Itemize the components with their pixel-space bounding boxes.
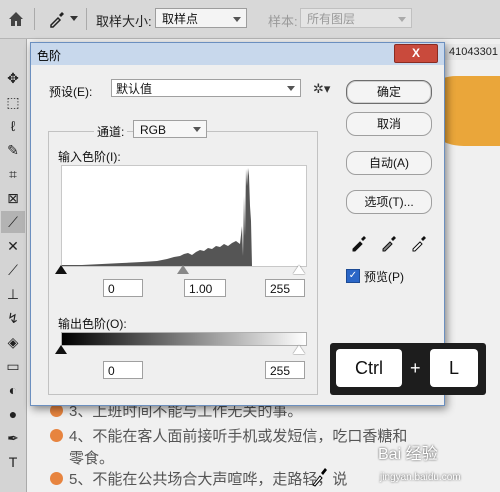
chevron-down-icon — [287, 86, 295, 91]
input-black-field[interactable]: 0 — [103, 279, 143, 297]
input-gamma-field[interactable]: 1.00 — [184, 279, 226, 297]
move-tool-icon[interactable]: ✥ — [1, 67, 25, 89]
eyedropper-cursor-icon — [312, 468, 327, 487]
chevron-down-icon — [398, 17, 406, 22]
lasso-tool-icon[interactable]: ℓ — [1, 115, 25, 137]
frame-tool-icon[interactable]: ⊠ — [1, 187, 25, 209]
divider — [34, 8, 35, 30]
l-key: L — [430, 349, 478, 387]
input-slider[interactable] — [55, 263, 305, 275]
document-line: 4、不能在客人面前接听手机或发短信，吃口香糖和 — [50, 425, 407, 446]
output-black-handle[interactable] — [55, 345, 67, 354]
preset-label: 预设(E): — [49, 85, 93, 99]
gray-point-eyedropper-icon[interactable] — [379, 233, 399, 253]
sample-size-label: 取样大小: — [96, 14, 152, 29]
clone-stamp-tool-icon[interactable]: ⊥ — [1, 283, 25, 305]
sample-layers-value: 所有图层 — [307, 12, 356, 26]
eraser-tool-icon[interactable]: ◈ — [1, 331, 25, 353]
eyedropper-tool-icon[interactable]: ⟋ — [1, 211, 25, 233]
chevron-down-icon — [193, 127, 201, 132]
options-button[interactable]: 选项(T)... — [346, 190, 432, 214]
bullet-icon — [50, 472, 63, 485]
output-slider[interactable] — [55, 343, 305, 355]
input-levels-label: 输入色阶(I): — [58, 150, 121, 164]
output-levels-label: 输出色阶(O): — [58, 317, 127, 331]
quick-select-tool-icon[interactable]: ✎ — [1, 139, 25, 161]
preview-label: 预览(P) — [364, 270, 404, 284]
healing-brush-tool-icon[interactable]: ✕ — [1, 235, 25, 257]
document-line: 零食。 — [69, 450, 115, 467]
close-button[interactable]: X — [394, 44, 438, 63]
channel-label: 通道: — [94, 123, 128, 140]
histogram-graph — [62, 168, 252, 266]
blur-tool-icon[interactable]: ◐ — [1, 379, 25, 401]
input-white-handle[interactable] — [293, 265, 305, 274]
input-black-handle[interactable] — [55, 265, 67, 274]
eyedropper-tool-icon[interactable] — [48, 10, 66, 28]
gear-icon[interactable]: ✲▾ — [313, 81, 330, 97]
cancel-button[interactable]: 取消 — [346, 112, 432, 136]
histogram — [61, 165, 307, 267]
preset-value: 默认值 — [116, 82, 153, 96]
plus-sign: + — [410, 358, 421, 378]
sample-size-value: 取样点 — [162, 12, 199, 26]
marquee-tool-icon[interactable]: ⬚ — [1, 91, 25, 113]
ok-button[interactable]: 确定 — [346, 80, 432, 104]
input-gamma-handle[interactable] — [177, 265, 189, 274]
brush-tool-icon[interactable]: ⟋ — [1, 259, 25, 281]
sample-size-dropdown[interactable]: 取样点 — [155, 8, 247, 28]
channel-value: RGB — [140, 123, 167, 137]
tool-preset-caret-icon[interactable] — [70, 16, 78, 21]
home-icon[interactable] — [7, 10, 25, 28]
pen-tool-icon[interactable]: ✒ — [1, 427, 25, 449]
preset-dropdown[interactable]: 默认值 — [111, 79, 301, 97]
type-tool-icon[interactable]: T — [1, 451, 25, 473]
bullet-icon — [50, 429, 63, 442]
watermark-url: jingyan.baidu.com — [380, 472, 461, 483]
input-white-field[interactable]: 255 — [265, 279, 305, 297]
ctrl-key: Ctrl — [336, 349, 402, 387]
dodge-tool-icon[interactable]: ● — [1, 403, 25, 425]
history-brush-tool-icon[interactable]: ↯ — [1, 307, 25, 329]
black-point-eyedropper-icon[interactable] — [349, 233, 369, 253]
chevron-down-icon — [233, 17, 241, 22]
sample-layers-dropdown[interactable]: 所有图层 — [300, 8, 412, 28]
preview-checkbox[interactable]: ✓ — [346, 269, 360, 283]
document-line: 5、不能在公共场合大声喧哗，走路轻，说 — [50, 468, 347, 489]
dialog-title: 色阶 — [37, 49, 62, 63]
output-white-handle[interactable] — [293, 345, 305, 354]
gradient-tool-icon[interactable]: ▭ — [1, 355, 25, 377]
auto-button[interactable]: 自动(A) — [346, 151, 432, 175]
options-bar: 取样大小: 取样点 样本: 所有图层 — [0, 0, 500, 39]
channel-dropdown[interactable]: RGB — [133, 120, 207, 138]
output-white-field[interactable]: 255 — [265, 361, 305, 379]
crop-tool-icon[interactable]: ⌗ — [1, 163, 25, 185]
white-point-eyedropper-icon[interactable] — [409, 233, 429, 253]
document-number: 41043301 — [444, 44, 500, 60]
watermark-logo: Bai 经验 — [378, 446, 438, 463]
shortcut-overlay: Ctrl + L — [330, 343, 486, 395]
tools-panel: ✥ ⬚ ℓ ✎ ⌗ ⊠ ⟋ ✕ ⟋ ⊥ ↯ ◈ ▭ ◐ ● ✒ T — [0, 39, 27, 492]
dialog-titlebar[interactable]: 色阶 X — [31, 43, 444, 65]
divider — [86, 8, 87, 30]
sample-label: 样本: — [268, 14, 298, 29]
output-black-field[interactable]: 0 — [103, 361, 143, 379]
